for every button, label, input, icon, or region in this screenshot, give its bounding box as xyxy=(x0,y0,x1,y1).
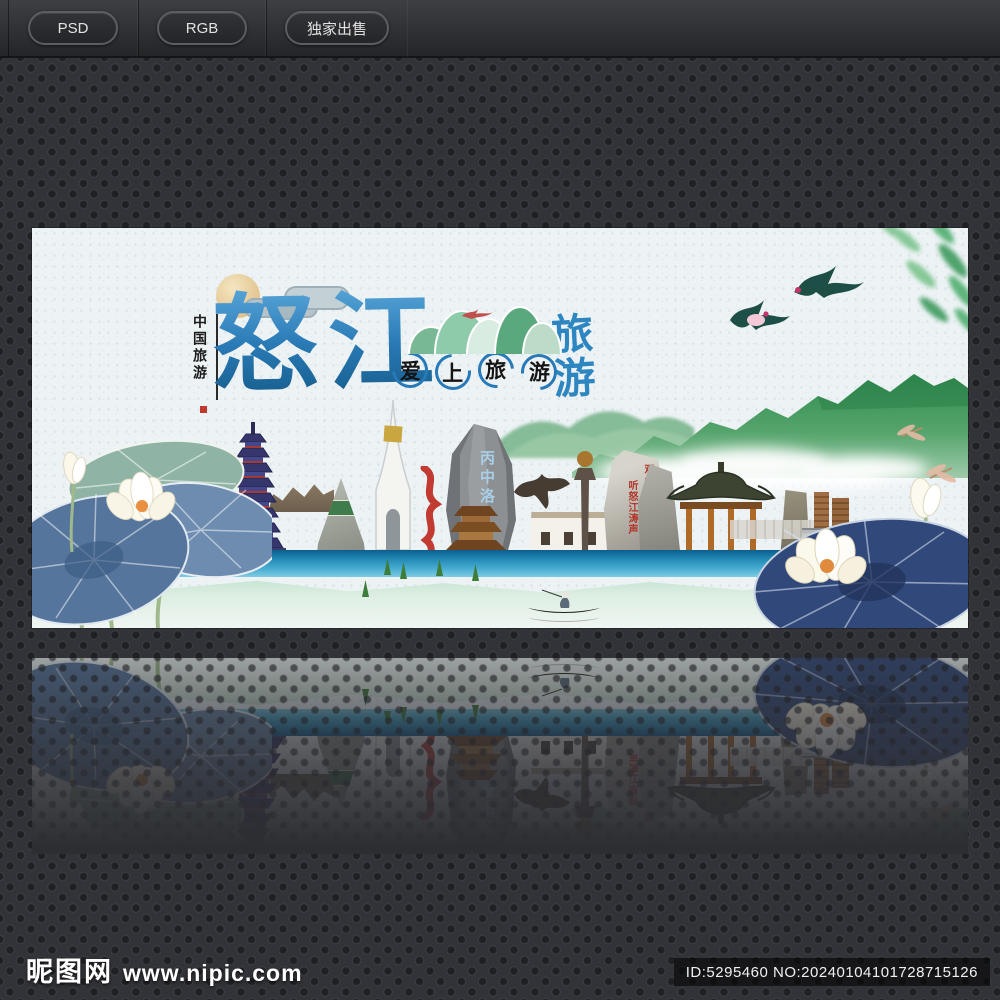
column-monument-graphic xyxy=(574,451,596,552)
nipic-preview-page: { "toolbar": { "buttons": [ { "label": "… xyxy=(0,0,1000,1000)
lotus-group-right xyxy=(753,424,968,628)
site-logo-url: www.nipic.com xyxy=(123,960,303,986)
swallows-graphic xyxy=(730,266,864,330)
psd-format-button[interactable]: PSD xyxy=(28,11,118,45)
eagle-sculpture-graphic xyxy=(514,474,570,509)
slogan-love-travel: 爱 上 旅 游 xyxy=(384,344,565,398)
top-toolbar: PSD RGB 独家出售 xyxy=(0,0,1000,58)
lotus-group-left xyxy=(32,439,272,628)
stone-inscription-line2: 听怒江涛声 xyxy=(626,480,637,535)
fisherman-boat-graphic xyxy=(528,589,600,622)
poster-artwork[interactable]: 中国旅游 怒江 旅游 爱 上 旅 游 丙中洛 听怒江涛声 xyxy=(32,228,968,628)
red-ribbon-sculpture xyxy=(420,466,443,561)
site-logo-chinese: 昵图网 xyxy=(26,957,113,987)
image-id-strip: ID:5295460 NO:20240104101728715126 xyxy=(673,958,990,986)
swallow-icon xyxy=(730,300,790,330)
toolbar-cell-psd: PSD xyxy=(8,0,138,57)
small-tree xyxy=(362,580,369,597)
small-hills-graphic xyxy=(408,304,568,356)
swallow-icon xyxy=(794,266,864,298)
red-crane-icon xyxy=(462,309,493,319)
toolbar-cell-rgb: RGB xyxy=(138,0,266,57)
site-logo[interactable]: 昵图网 www.nipic.com xyxy=(26,950,303,989)
white-spire-monument xyxy=(373,400,413,560)
dragonfly-icon xyxy=(897,424,957,483)
toolbar-cell-exclusive: 独家出售 xyxy=(266,0,408,57)
lotus-bud xyxy=(910,477,942,519)
exclusive-sale-button[interactable]: 独家出售 xyxy=(284,11,389,45)
rgb-mode-button[interactable]: RGB xyxy=(157,11,247,45)
red-seal-dot xyxy=(200,406,207,413)
